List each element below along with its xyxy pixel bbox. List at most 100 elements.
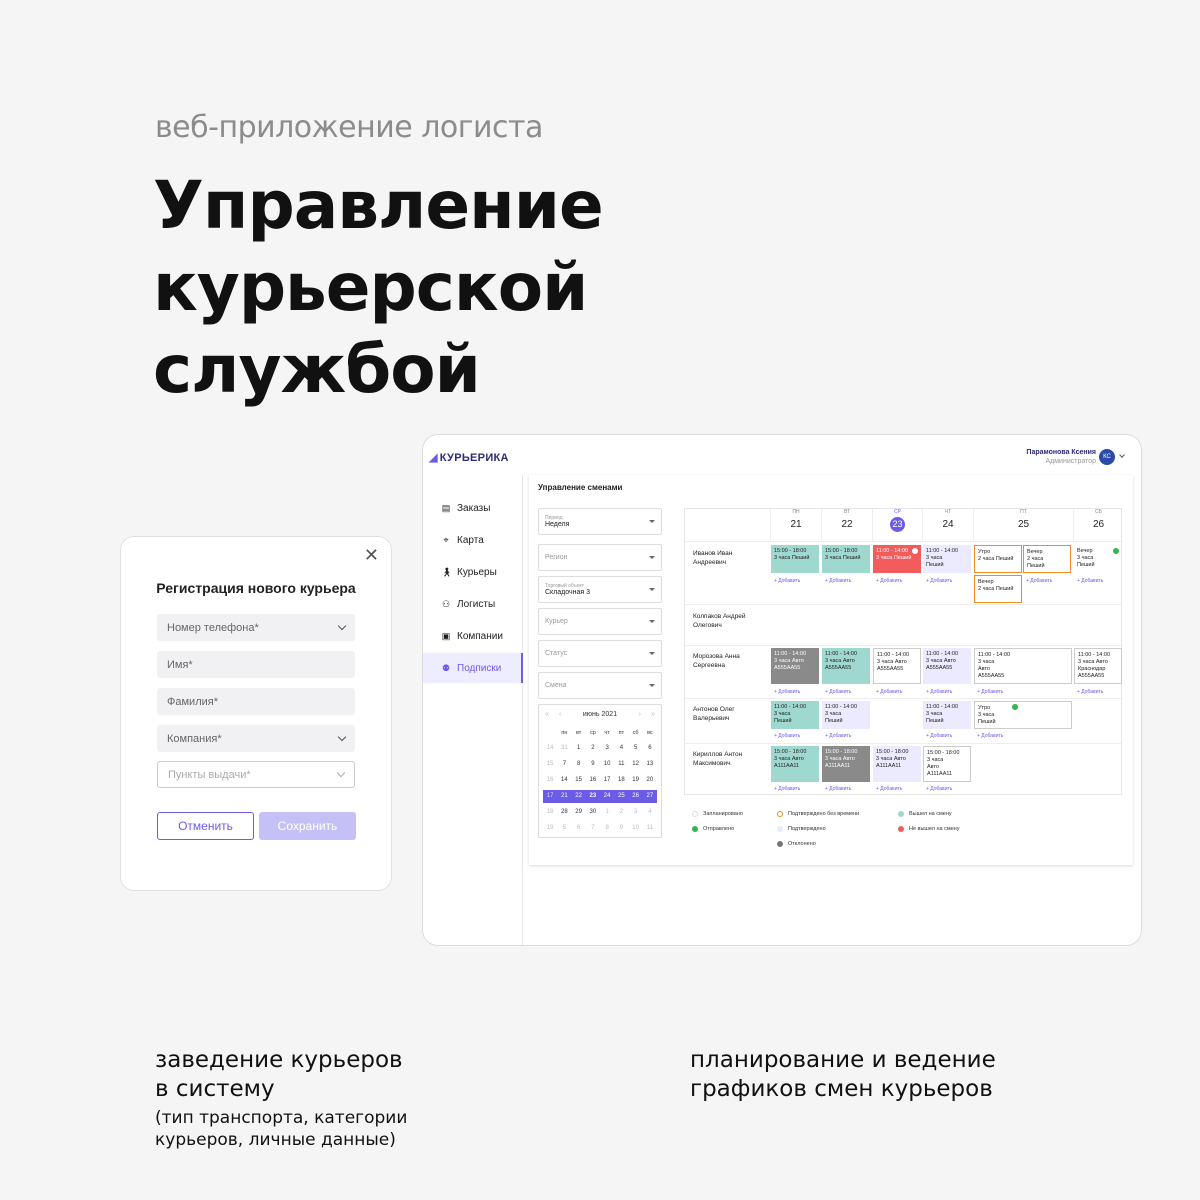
shift-card[interactable]: 15:00 - 18:00 3 часа Авто А111АА11 bbox=[771, 746, 819, 782]
dropdown-icon bbox=[649, 588, 655, 591]
shift-card[interactable]: Вечер 2 часа Пеший bbox=[1023, 545, 1071, 573]
hero-title-line1: Управление курьерской bbox=[153, 167, 604, 326]
user-role: Администратор bbox=[1045, 458, 1096, 465]
first-name-input[interactable]: Имя* bbox=[157, 651, 355, 678]
add-shift-button[interactable]: + Добавить bbox=[774, 578, 800, 584]
add-shift-button[interactable]: + Добавить bbox=[977, 733, 1003, 739]
shift-card[interactable]: Утро 2 часа Пеший bbox=[974, 545, 1022, 573]
dot-icon bbox=[898, 826, 904, 832]
nav-companies[interactable]: ▣ Компании bbox=[423, 621, 523, 651]
add-shift-button[interactable]: + Добавить bbox=[825, 733, 851, 739]
save-button[interactable]: Сохранить bbox=[259, 812, 356, 840]
courier-name[interactable]: Колпаков Андрей Олегович bbox=[693, 612, 769, 630]
courier-name[interactable]: Морозова Анна Сергеевна bbox=[693, 652, 769, 670]
shift-card[interactable]: 11:00 - 14:00 3 часа Пеший bbox=[923, 545, 971, 573]
phone-select[interactable]: Номер телефона* bbox=[157, 614, 355, 641]
add-shift-button[interactable]: + Добавить bbox=[926, 578, 952, 584]
add-shift-button[interactable]: + Добавить bbox=[1077, 689, 1103, 695]
object-select[interactable]: Торговый объект Складочная 3 bbox=[538, 576, 662, 603]
status-dot-icon bbox=[912, 548, 918, 554]
add-shift-button[interactable]: + Добавить bbox=[774, 689, 800, 695]
logo: ◢ КУРЬЕРИКА bbox=[429, 451, 509, 465]
shift-card[interactable]: 11:00 - 14:00 3 часа Авто А555АА55 bbox=[974, 648, 1072, 684]
app-window: ◢ КУРЬЕРИКА Парамонова Ксения Администрат… bbox=[422, 434, 1142, 946]
nav-orders[interactable]: ▤ Заказы bbox=[423, 493, 523, 523]
shift-card[interactable]: 11:00 - 14:00 3 часа Пеший bbox=[923, 701, 971, 729]
nav-map[interactable]: ⌖ Карта bbox=[423, 525, 523, 555]
calendar-week[interactable]: 19 5 6 7 8 9 10 11 bbox=[543, 822, 657, 835]
add-shift-button[interactable]: + Добавить bbox=[774, 786, 800, 792]
shift-card[interactable]: 11:00 - 14:00 3 часа Пеший bbox=[771, 701, 819, 729]
calendar-week-selected[interactable]: 17 21 22 23 24 25 26 27 bbox=[543, 790, 657, 803]
shift-card[interactable]: 11:00 - 14:00 3 часа Пеший bbox=[822, 701, 870, 729]
region-select[interactable]: Регион bbox=[538, 544, 662, 571]
pickup-points-select[interactable]: Пункты выдачи* bbox=[157, 761, 355, 788]
courier-select[interactable]: Курьер bbox=[538, 608, 662, 635]
courier-name[interactable]: Иванов Иван Андреевич bbox=[693, 549, 769, 567]
add-shift-button[interactable]: + Добавить bbox=[926, 689, 952, 695]
shift-card[interactable]: 15:00 - 18:00 3 часа Авто А111АА11 bbox=[822, 746, 870, 782]
status-select[interactable]: Статус bbox=[538, 640, 662, 667]
shift-card[interactable]: 11:00 - 14:00 3 часа Авто Краснодар А555АА5… bbox=[1074, 648, 1122, 684]
period-select[interactable]: Период Неделя bbox=[538, 508, 662, 535]
calendar-week[interactable]: 18 28 29 30 1 2 3 4 bbox=[543, 806, 657, 819]
cancel-button[interactable]: Отменить bbox=[157, 812, 254, 840]
last-name-input[interactable]: Фамилия* bbox=[157, 688, 355, 715]
shift-card[interactable]: 11:00 - 14:00 3 часа Авто А555АА55 bbox=[873, 648, 921, 684]
shift-card[interactable]: 15:00 - 18:00 3 часа Авто А111АА11 bbox=[923, 746, 971, 782]
add-shift-button[interactable]: + Добавить bbox=[876, 578, 902, 584]
calendar-week[interactable]: 14 31 1 2 3 4 5 6 bbox=[543, 742, 657, 755]
shift-card[interactable]: 15:00 - 18:00 3 часа Пеший bbox=[771, 545, 819, 573]
dropdown-icon bbox=[649, 556, 655, 559]
shift-card[interactable]: 11:00 - 14:00 3 часа Авто А555АА55 bbox=[771, 648, 819, 684]
add-shift-button[interactable]: + Добавить bbox=[825, 578, 851, 584]
divider bbox=[685, 698, 1121, 699]
add-shift-button[interactable]: + Добавить bbox=[977, 689, 1003, 695]
add-shift-button[interactable]: + Добавить bbox=[1026, 578, 1052, 584]
close-icon[interactable]: ✕ bbox=[364, 545, 379, 566]
add-shift-button[interactable]: + Добавить bbox=[774, 733, 800, 739]
divider bbox=[685, 645, 1121, 646]
add-shift-button[interactable]: + Добавить bbox=[876, 786, 902, 792]
chevron-down-icon[interactable] bbox=[1119, 452, 1125, 458]
dropdown-icon bbox=[649, 620, 655, 623]
caption-left: заведение курьеров в систему bbox=[155, 1047, 403, 1102]
shift-card[interactable]: 11:00 - 14:00 3 часа Авто А555АА55 bbox=[923, 648, 971, 684]
nav-logists[interactable]: ⚇ Логисты bbox=[423, 589, 523, 619]
shift-card[interactable]: Вечер 2 часа Пеший bbox=[974, 575, 1022, 603]
company-select[interactable]: Компания* bbox=[157, 725, 355, 752]
day-header: ВТ 22 bbox=[821, 509, 872, 541]
nav-couriers[interactable]: 🚶︎ Курьеры bbox=[423, 557, 523, 587]
caption-right: планирование и ведение графиков смен кур… bbox=[690, 1047, 996, 1102]
next-year-icon[interactable]: » bbox=[651, 711, 655, 718]
modal-title: Регистрация нового курьера bbox=[156, 580, 356, 596]
shift-card[interactable]: 15:00 - 18:00 3 часа Пеший bbox=[822, 545, 870, 573]
shift-card[interactable]: Утро 3 часа Пеший bbox=[974, 701, 1072, 729]
add-shift-button[interactable]: + Добавить bbox=[825, 689, 851, 695]
add-shift-button[interactable]: + Добавить bbox=[926, 786, 952, 792]
nav-subscriptions[interactable]: ⚉ Подписки bbox=[423, 653, 523, 683]
caption-left-sub: (тип транспорта, категории курьеров, лич… bbox=[155, 1108, 408, 1150]
avatar[interactable]: КС bbox=[1099, 449, 1115, 465]
hero-subtitle: веб-приложение логиста bbox=[155, 110, 543, 145]
courier-name[interactable]: Антонов Олег Валерьевич bbox=[693, 705, 769, 723]
add-shift-button[interactable]: + Добавить bbox=[1077, 578, 1103, 584]
check-icon bbox=[692, 826, 698, 832]
add-shift-button[interactable]: + Добавить bbox=[926, 733, 952, 739]
day-header: ПН 21 bbox=[770, 509, 821, 541]
add-shift-button[interactable]: + Добавить bbox=[876, 689, 902, 695]
calendar-week[interactable]: 15 7 8 9 10 11 12 13 bbox=[543, 758, 657, 771]
user-info[interactable]: Парамонова Ксения Администратор bbox=[1026, 448, 1096, 466]
shift-select[interactable]: Смена bbox=[538, 672, 662, 699]
next-month-icon[interactable]: › bbox=[639, 711, 641, 718]
calendar-week[interactable]: 16 14 15 16 17 18 19 20 bbox=[543, 774, 657, 787]
courier-name[interactable]: Кириллов Антон Максимович bbox=[693, 750, 769, 768]
dot-icon bbox=[777, 841, 783, 847]
sidebar: ▤ Заказы ⌖ Карта 🚶︎ Курьеры ⚇ Логисты ▣ Компа… bbox=[423, 475, 523, 945]
briefcase-icon: ▣ bbox=[441, 631, 451, 641]
add-shift-button[interactable]: + Добавить bbox=[825, 786, 851, 792]
divider bbox=[685, 541, 1121, 542]
shift-card[interactable]: 11:00 - 14:00 3 часа Авто А555АА55 bbox=[822, 648, 870, 684]
calendar-dow-row: пн вт ср чт пт сб вс bbox=[561, 730, 653, 736]
shift-card[interactable]: 15:00 - 18:00 3 часа Авто А111АА11 bbox=[873, 746, 921, 782]
